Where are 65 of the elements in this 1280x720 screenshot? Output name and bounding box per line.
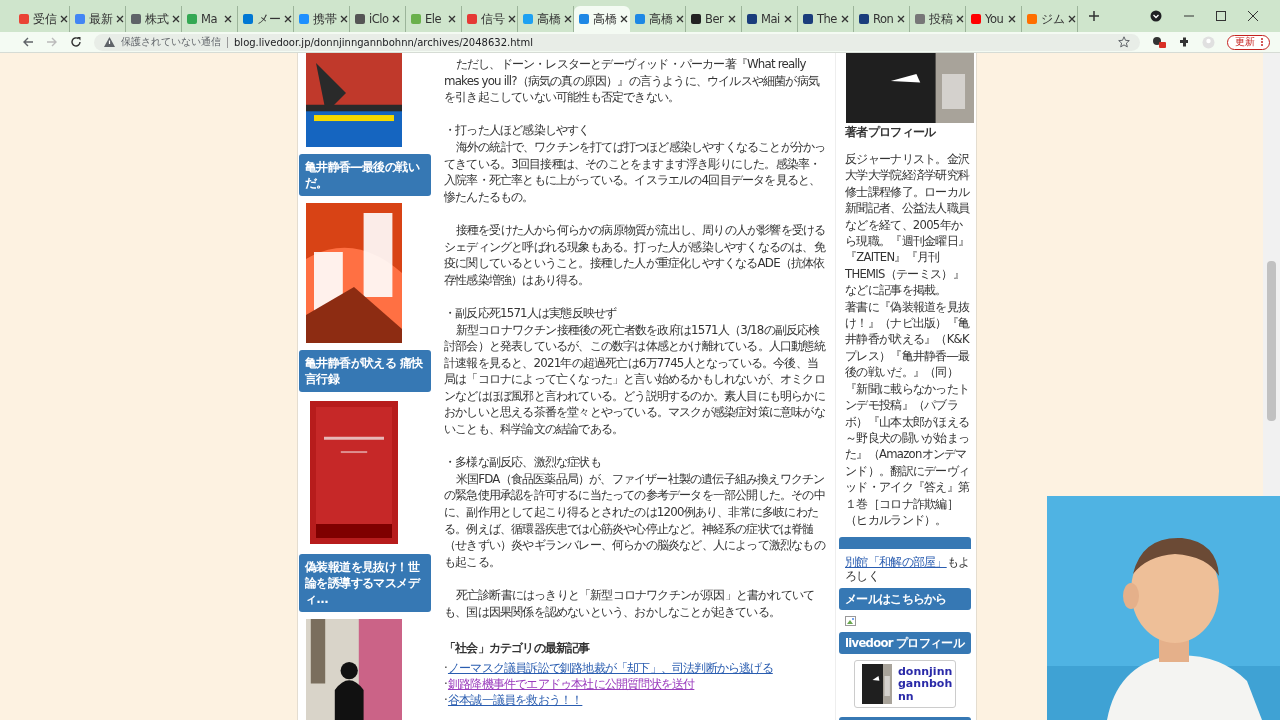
close-icon[interactable]: [620, 15, 628, 23]
scrollbar[interactable]: [1263, 53, 1280, 496]
broken-image-icon: [845, 616, 856, 627]
close-icon[interactable]: [392, 15, 401, 23]
close-icon[interactable]: [448, 15, 456, 23]
close-icon[interactable]: [60, 15, 68, 23]
bullet: ·: [444, 677, 447, 692]
reload-icon[interactable]: [70, 36, 82, 48]
close-icon[interactable]: [676, 15, 684, 23]
widget-heading: 亀井静香が吠える 痛快言行録: [299, 350, 431, 392]
widget-heading: livedoor プロフィール: [839, 632, 971, 655]
widget-heading: メールはこちらから: [839, 588, 971, 611]
paragraph: 接種を受けた人から何らかの病原物質が流出し、周りの人が影響を受けるシェディングと呼ばれる現象もある。打った人が感染しやすくなるのは、免疫に関しているということ。接種した人が重症化しやすくなるADE（抗体依存性感染増強）はあり得る。: [444, 221, 827, 289]
scrollbar-thumb[interactable]: [1267, 261, 1276, 421]
close-icon[interactable]: [224, 15, 232, 23]
article-link[interactable]: 釧路降機事件でエアドゥ本社に公開質問状を送付: [447, 677, 695, 692]
close-icon[interactable]: [1008, 15, 1016, 23]
widget-heading: 偽装報道を見抜け！世論を誘導するマスメディ…: [299, 554, 431, 612]
bullet: ·: [444, 693, 447, 708]
tab[interactable]: 高橋: [574, 6, 630, 32]
menu-icon[interactable]: [1260, 37, 1264, 47]
article-link[interactable]: 谷本誠一議員を救おう！！: [447, 693, 583, 708]
close-icon[interactable]: [840, 15, 849, 23]
close-icon[interactable]: [1068, 15, 1076, 23]
paragraph: 米国FDA（食品医薬品局）が、ファイザー社製の遺伝子組み換えワクチンの緊急使用承認を許可するに当たっての参考データを一部公開した。その中に、副作用として起こり得るとされたのは1200例あり、非常に多岐にわたる。例えば、循環器疾患では心筋炎や心停止など。神経系の症状では脊髄（せきずい）炎やギランバレー、何らかの脳炎など、人によって激烈なものも起こる。: [444, 470, 827, 571]
maximize-icon[interactable]: [1216, 11, 1226, 21]
link[interactable]: 別館「和解の部屋」: [845, 555, 947, 570]
security-label: 保護されていない通信: [121, 35, 221, 49]
profile-link[interactable]: donnjinngannbohnn: [898, 665, 954, 704]
close-icon[interactable]: [956, 15, 964, 23]
widget-heading: 亀井静香―最後の戦いだ。: [299, 154, 431, 196]
paragraph: 別館「和解の部屋」もよろしく: [845, 555, 971, 584]
bullet-heading: ・打った人ほど感染しやすく: [444, 122, 591, 139]
address-field[interactable]: 保護されていない通信 blog.livedoor.jp/donnjinngannbohnn/archives/2048632.html: [94, 33, 1140, 51]
profile-title: 著者プロフィール: [845, 125, 937, 139]
bullet: ·: [444, 661, 447, 676]
warning-icon: [104, 37, 115, 47]
bullet-heading: ・多様な副反応、激烈な症状も: [444, 454, 602, 471]
paragraph: 新型コロナワクチン接種後の死亡者数を政府は1571人（3/18の副反応検討部会）と発表しているが、この数字は体感とかけ離れている。人口動態統計速報を見ると、2021年の超過死亡は6万7745人となっている。今後、当局は「コロナによって亡くなった」と言い始めるかもしれないが、オミクロンなどはほぼ風邪と言われている。どう説明するのか。素人目にも明らかにおかしいと思える茶番を堂々とやっている。マスクが感染症対策に意味がないことも、科学論文の結論である。: [444, 321, 827, 438]
star-icon[interactable]: [1118, 36, 1130, 48]
url-text: blog.livedoor.jp/donnjinngannbohnn/archives/2048632.html: [234, 36, 533, 48]
bullet-heading: ・副反応死1571人は実態反映せず: [444, 304, 618, 322]
extension-icon[interactable]: [1152, 36, 1166, 48]
paragraph: 海外の統計で、ワクチンを打てば打つほど感染しやすくなることが分かってきている。3回目接種は、そのことをますます浮き彫りにした。感染率・入院率・死亡率ともに上がっている。イスラエルの4回目データを見ると、惨たんたるもの。: [444, 138, 827, 206]
paragraph: 反ジャーナリスト。金沢大学大学院経済学研究科修士課程修了。ローカル新聞記者、公益法人職員などを経て、2005年から現職。『週刊金曜日』『ZAITEN』『月刊THEMIS（テーミス）』などに記事を掲載。: [845, 151, 971, 299]
paragraph: 著書に『偽装報道を見抜け！』（ナビ出版）『亀井静香が吠える』（K&Kプレス）『亀井静香―最後の戦いだ。』（同）『新聞に載らなかったトンデモ投稿』（パブラボ）『山本太郎がほえる～野良犬の闘いが始まった』（Amazonオンデマンド）。翻訳にデーヴィッド・アイク『答え』第１巻［コロナ詐欺編］（ヒカルランド）。: [845, 298, 971, 529]
close-icon[interactable]: [508, 15, 516, 23]
puzzle-icon[interactable]: [1178, 36, 1190, 48]
update-button[interactable]: 更新: [1227, 34, 1270, 50]
close-icon[interactable]: [116, 15, 124, 23]
close-icon[interactable]: [897, 15, 906, 23]
section-title: 「社会」カテゴリの最新記事: [444, 640, 591, 657]
article-link[interactable]: ノーマスク議員訴訟で釧路地裁が「却下」、司法判断から逃げる: [447, 661, 773, 676]
close-icon[interactable]: [728, 15, 736, 23]
paragraph: ただし、ドーン・レスターとデーヴィッド・パーカー著『What really makes you ill?（病気の真の原因）』の言うように、ウイルスや細菌が病気を引き起こしていない可能性も否定できない。: [444, 56, 821, 106]
paragraph: 死亡診断書にはっきりと「新型コロナワクチンが原因」と書かれていても、国は因果関係を認めないという、おかしなことが起きている。: [444, 587, 816, 621]
close-icon[interactable]: [340, 15, 348, 23]
tab-search-icon[interactable]: [1150, 10, 1162, 22]
close-icon[interactable]: [172, 15, 180, 23]
back-icon[interactable]: [22, 36, 34, 48]
close-icon[interactable]: [284, 15, 292, 23]
close-icon[interactable]: [784, 15, 792, 23]
close-icon[interactable]: [1248, 11, 1258, 21]
close-icon[interactable]: [564, 15, 572, 23]
new-tab-icon[interactable]: [1088, 10, 1100, 22]
